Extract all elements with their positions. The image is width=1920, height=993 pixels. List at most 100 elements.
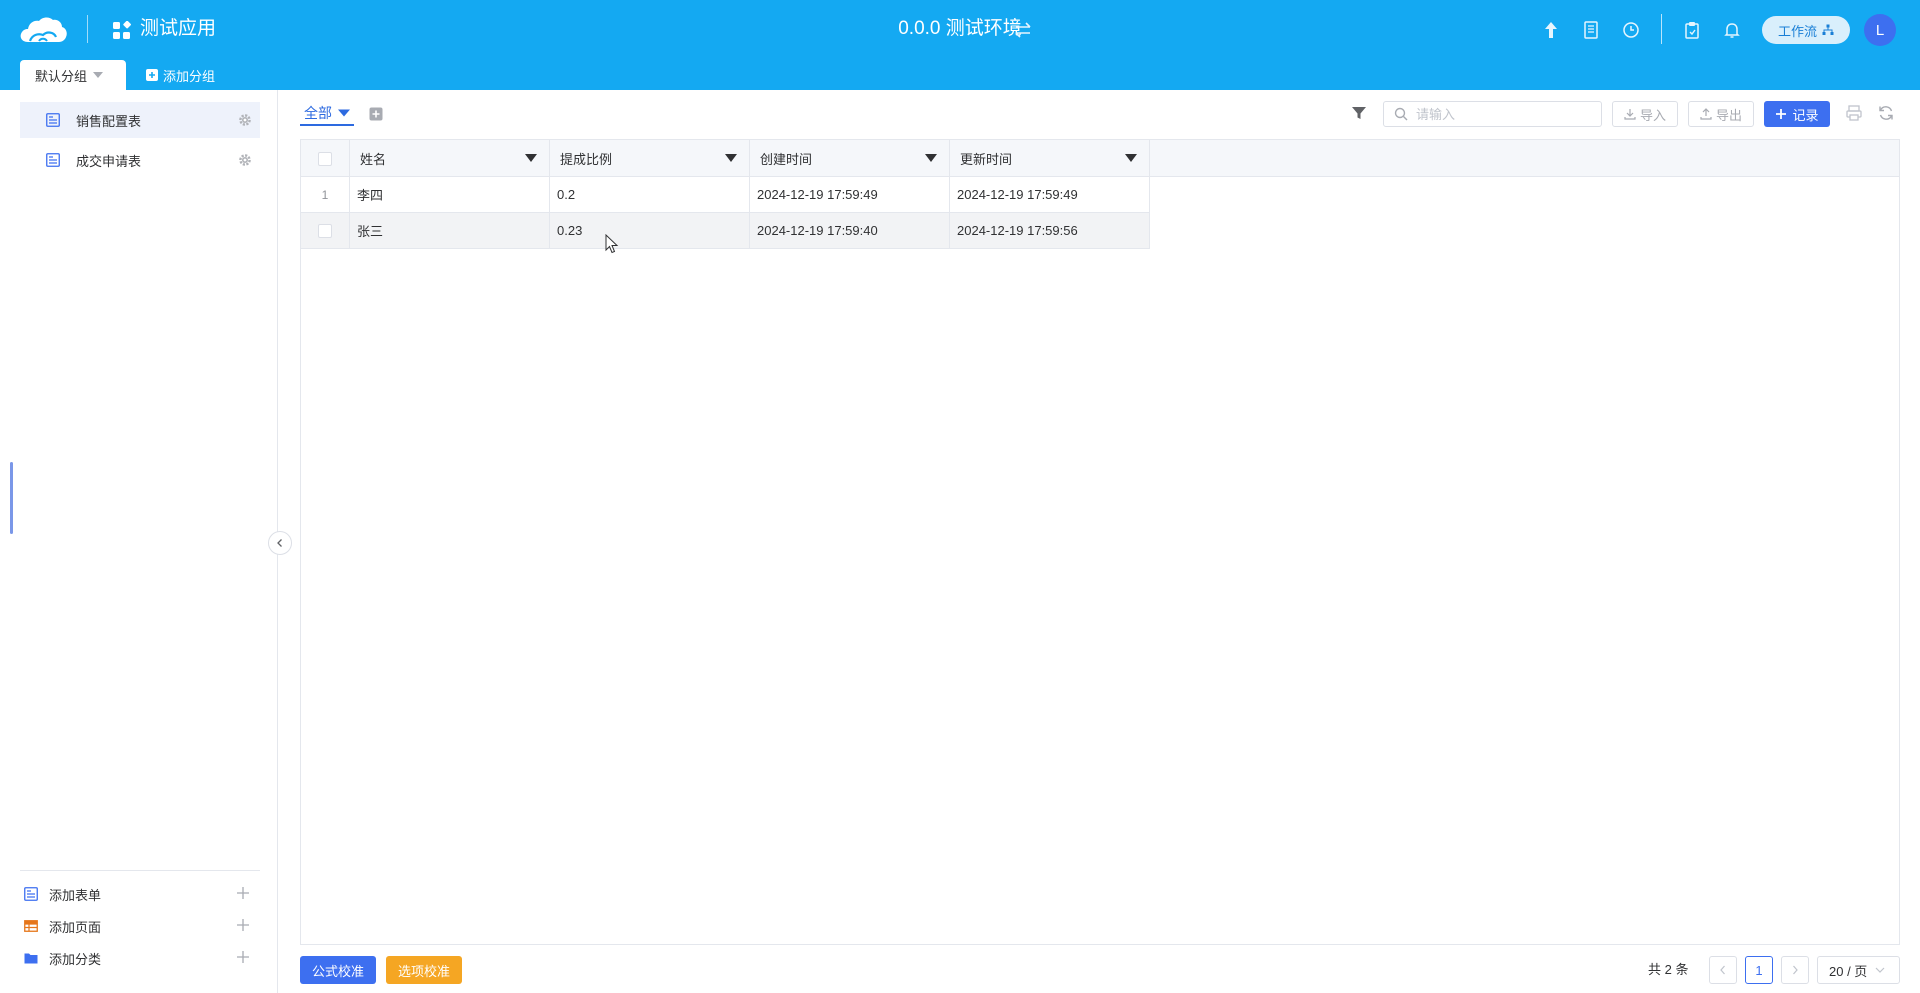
add-group-button[interactable]: 添加分组: [146, 60, 215, 90]
sidebar-item-label: 销售配置表: [76, 113, 142, 129]
export-button[interactable]: 导出: [1688, 101, 1754, 127]
search-input[interactable]: [1416, 106, 1586, 122]
org-tree-icon: [1822, 24, 1834, 35]
select-all-cell: [301, 140, 350, 177]
sidebar-item-deal-application[interactable]: 成交申请表: [20, 142, 260, 178]
column-header-label: 提成比例: [560, 152, 613, 167]
import-label: 导入: [1639, 107, 1666, 123]
view-tab-all[interactable]: 全部: [300, 102, 354, 126]
plus-square-icon: [146, 69, 158, 81]
chevron-left-icon: [1720, 965, 1725, 975]
cell-created-time[interactable]: 2024-12-19 17:59:40: [750, 213, 950, 248]
sidebar-scroll-indicator[interactable]: [10, 462, 13, 534]
publish-icon[interactable]: [1540, 19, 1562, 41]
column-menu-caret-icon[interactable]: [525, 154, 537, 162]
next-page-button[interactable]: [1781, 956, 1809, 984]
select-all-checkbox[interactable]: [318, 151, 332, 166]
column-header-label: 更新时间: [960, 152, 1013, 167]
app-title[interactable]: 测试应用: [140, 17, 216, 41]
chevron-left-icon: [277, 539, 282, 547]
workflow-label: 工作流: [1777, 23, 1817, 39]
gear-icon[interactable]: [238, 113, 252, 127]
sidebar-divider: [20, 870, 260, 871]
data-table: 姓名 提成比例 创建时间 更新时间 1 李四 0.2 2024-12-19 17…: [300, 139, 1900, 945]
history-clock-icon[interactable]: [1620, 19, 1642, 41]
sidebar-item-label: 成交申请表: [76, 153, 142, 169]
page-table-icon: [24, 920, 38, 932]
filter-icon[interactable]: [1351, 105, 1367, 121]
cell-name[interactable]: 李四: [350, 177, 550, 212]
add-group-label: 添加分组: [163, 68, 216, 84]
download-icon: [1624, 109, 1636, 120]
add-category-label: 添加分类: [49, 951, 102, 967]
chevron-down-icon: [1875, 967, 1885, 973]
view-tab-label: 全部: [304, 105, 332, 121]
table-row[interactable]: 张三 0.23 2024-12-19 17:59:40 2024-12-19 1…: [301, 213, 1150, 249]
column-header-name[interactable]: 姓名: [350, 140, 550, 177]
app-grid-icon: [113, 21, 131, 39]
cell-commission-rate[interactable]: 0.2: [550, 177, 750, 212]
column-header-created-time[interactable]: 创建时间: [750, 140, 950, 177]
page-number-current[interactable]: 1: [1745, 956, 1773, 984]
column-menu-caret-icon[interactable]: [725, 154, 737, 162]
gear-icon[interactable]: [238, 153, 252, 167]
notification-bell-icon[interactable]: [1721, 19, 1743, 41]
export-label: 导出: [1715, 107, 1742, 123]
search-field[interactable]: [1383, 101, 1602, 127]
caret-down-icon: [338, 109, 350, 117]
page-size-select[interactable]: 20 / 页: [1817, 956, 1900, 984]
switch-environment-icon[interactable]: [1012, 19, 1034, 41]
document-icon[interactable]: [1580, 19, 1602, 41]
plus-icon[interactable]: [236, 950, 250, 964]
table-row[interactable]: 1 李四 0.2 2024-12-19 17:59:49 2024-12-19 …: [301, 177, 1150, 213]
add-record-button[interactable]: 记录: [1764, 101, 1830, 127]
search-icon: [1394, 107, 1408, 121]
column-menu-caret-icon[interactable]: [925, 154, 937, 162]
import-button[interactable]: 导入: [1612, 101, 1678, 127]
column-header-updated-time[interactable]: 更新时间: [950, 140, 1150, 177]
user-avatar[interactable]: L: [1864, 14, 1896, 46]
column-header-commission-rate[interactable]: 提成比例: [550, 140, 750, 177]
cell-created-time[interactable]: 2024-12-19 17:59:49: [750, 177, 950, 212]
option-calibrate-button[interactable]: 选项校准: [386, 956, 462, 984]
group-tab-label: 默认分组: [35, 68, 88, 84]
page-size-value: 20 / 页: [1829, 963, 1868, 979]
add-page-button[interactable]: 添加页面: [24, 912, 256, 940]
row-checkbox[interactable]: [318, 223, 332, 238]
column-header-label: 姓名: [360, 152, 387, 167]
group-tab-default[interactable]: 默认分组: [20, 60, 126, 90]
cell-commission-rate[interactable]: 0.23: [550, 213, 750, 248]
add-view-icon[interactable]: [369, 107, 383, 121]
chevron-right-icon: [1793, 965, 1798, 975]
add-form-button[interactable]: 添加表单: [24, 880, 256, 908]
add-page-label: 添加页面: [49, 919, 102, 935]
mouse-cursor-icon: [605, 234, 619, 254]
plus-icon[interactable]: [236, 886, 250, 900]
column-header-label: 创建时间: [760, 152, 813, 167]
plus-icon: [1776, 109, 1787, 119]
cell-updated-time[interactable]: 2024-12-19 17:59:56: [950, 213, 1150, 248]
top-header: 测试应用 0.0.0 测试环境 工作流 L 默认分组 添加分组: [0, 0, 1920, 90]
add-category-button[interactable]: 添加分类: [24, 944, 256, 972]
cell-updated-time[interactable]: 2024-12-19 17:59:49: [950, 177, 1150, 212]
workflow-button[interactable]: 工作流: [1762, 16, 1850, 44]
refresh-icon[interactable]: [1877, 104, 1895, 122]
clipboard-icon[interactable]: [1681, 19, 1703, 41]
sidebar-item-sales-config[interactable]: 销售配置表: [20, 102, 260, 138]
sidebar: 销售配置表 成交申请表 添加表单 添加页面 添加分类: [0, 90, 278, 993]
form-icon: [24, 887, 38, 901]
cell-name[interactable]: 张三: [350, 213, 550, 248]
print-icon[interactable]: [1845, 104, 1863, 122]
column-menu-caret-icon[interactable]: [1125, 154, 1137, 162]
form-icon: [46, 153, 60, 167]
prev-page-button[interactable]: [1709, 956, 1737, 984]
cloud-logo-icon[interactable]: [18, 14, 68, 46]
plus-icon[interactable]: [236, 918, 250, 932]
collapse-sidebar-button[interactable]: [268, 531, 292, 555]
header-divider: [87, 15, 88, 43]
row-index: 1: [301, 177, 350, 212]
add-form-label: 添加表单: [49, 887, 102, 903]
folder-icon: [24, 953, 38, 964]
formula-calibrate-button[interactable]: 公式校准: [300, 956, 376, 984]
header-divider-right: [1661, 14, 1662, 44]
